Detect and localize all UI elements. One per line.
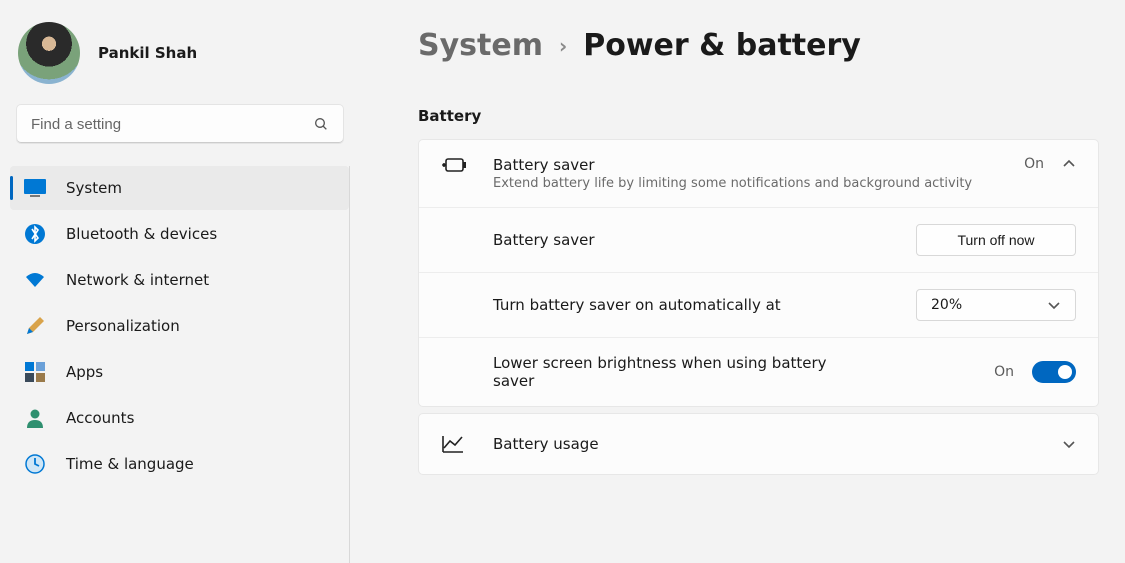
sidebar-item-time-language[interactable]: Time & language: [10, 442, 349, 486]
battery-saver-title: Battery saver: [493, 156, 1024, 174]
sidebar-item-label: Personalization: [66, 317, 180, 335]
sidebar-item-label: Network & internet: [66, 271, 209, 289]
search-box[interactable]: [16, 104, 344, 144]
sidebar-item-label: Accounts: [66, 409, 134, 427]
chevron-down-icon: [1047, 298, 1061, 312]
profile-block[interactable]: Pankil Shah: [10, 18, 350, 104]
brightness-toggle[interactable]: [1032, 361, 1076, 383]
select-value: 20%: [931, 297, 962, 313]
battery-saver-toggle-row: Battery saver Turn off now: [419, 208, 1098, 273]
sidebar-item-accounts[interactable]: Accounts: [10, 396, 349, 440]
sidebar: Pankil Shah System Bluetooth & devices N…: [0, 0, 358, 563]
sidebar-nav: System Bluetooth & devices Network & int…: [10, 166, 350, 563]
breadcrumb-parent[interactable]: System: [418, 28, 543, 63]
sidebar-item-label: System: [66, 179, 122, 197]
battery-saver-card: Battery saver Extend battery life by lim…: [418, 139, 1099, 407]
wifi-icon: [24, 269, 46, 291]
bluetooth-icon: [24, 223, 46, 245]
page-title: Power & battery: [583, 28, 861, 63]
sidebar-item-system[interactable]: System: [10, 166, 349, 210]
sidebar-item-personalization[interactable]: Personalization: [10, 304, 349, 348]
search-input[interactable]: [31, 116, 313, 133]
battery-saver-icon: [441, 156, 471, 174]
sidebar-item-label: Time & language: [66, 455, 194, 473]
brightness-row: Lower screen brightness when using batte…: [419, 338, 1098, 406]
chevron-up-icon: [1062, 157, 1076, 171]
sidebar-item-label: Bluetooth & devices: [66, 225, 217, 243]
sidebar-item-label: Apps: [66, 363, 103, 381]
chevron-down-icon: [1062, 437, 1076, 451]
sidebar-item-apps[interactable]: Apps: [10, 350, 349, 394]
accounts-icon: [24, 407, 46, 429]
battery-usage-card[interactable]: Battery usage: [418, 413, 1099, 475]
system-icon: [24, 177, 46, 199]
battery-saver-header[interactable]: Battery saver Extend battery life by lim…: [419, 140, 1098, 208]
sidebar-item-bluetooth[interactable]: Bluetooth & devices: [10, 212, 349, 256]
auto-on-select[interactable]: 20%: [916, 289, 1076, 321]
battery-usage-icon: [441, 434, 471, 454]
sidebar-item-network[interactable]: Network & internet: [10, 258, 349, 302]
avatar: [18, 22, 80, 84]
auto-on-row: Turn battery saver on automatically at 2…: [419, 273, 1098, 338]
row-label: Battery saver: [493, 231, 916, 249]
battery-saver-subtitle: Extend battery life by limiting some not…: [493, 176, 1024, 191]
breadcrumb: System › Power & battery: [418, 28, 1099, 63]
search-icon: [313, 116, 329, 132]
row-label: Turn battery saver on automatically at: [493, 296, 916, 314]
turn-off-now-button[interactable]: Turn off now: [916, 224, 1076, 256]
row-label: Lower screen brightness when using batte…: [493, 354, 853, 390]
chevron-right-icon: ›: [559, 34, 567, 58]
time-language-icon: [24, 453, 46, 475]
section-label: Battery: [418, 107, 1099, 125]
toggle-status: On: [994, 364, 1014, 380]
main-content: System › Power & battery Battery Battery…: [358, 0, 1125, 563]
battery-usage-title: Battery usage: [493, 435, 1062, 453]
personalization-icon: [24, 315, 46, 337]
user-name: Pankil Shah: [98, 44, 197, 62]
apps-icon: [24, 361, 46, 383]
battery-saver-status: On: [1024, 156, 1044, 172]
